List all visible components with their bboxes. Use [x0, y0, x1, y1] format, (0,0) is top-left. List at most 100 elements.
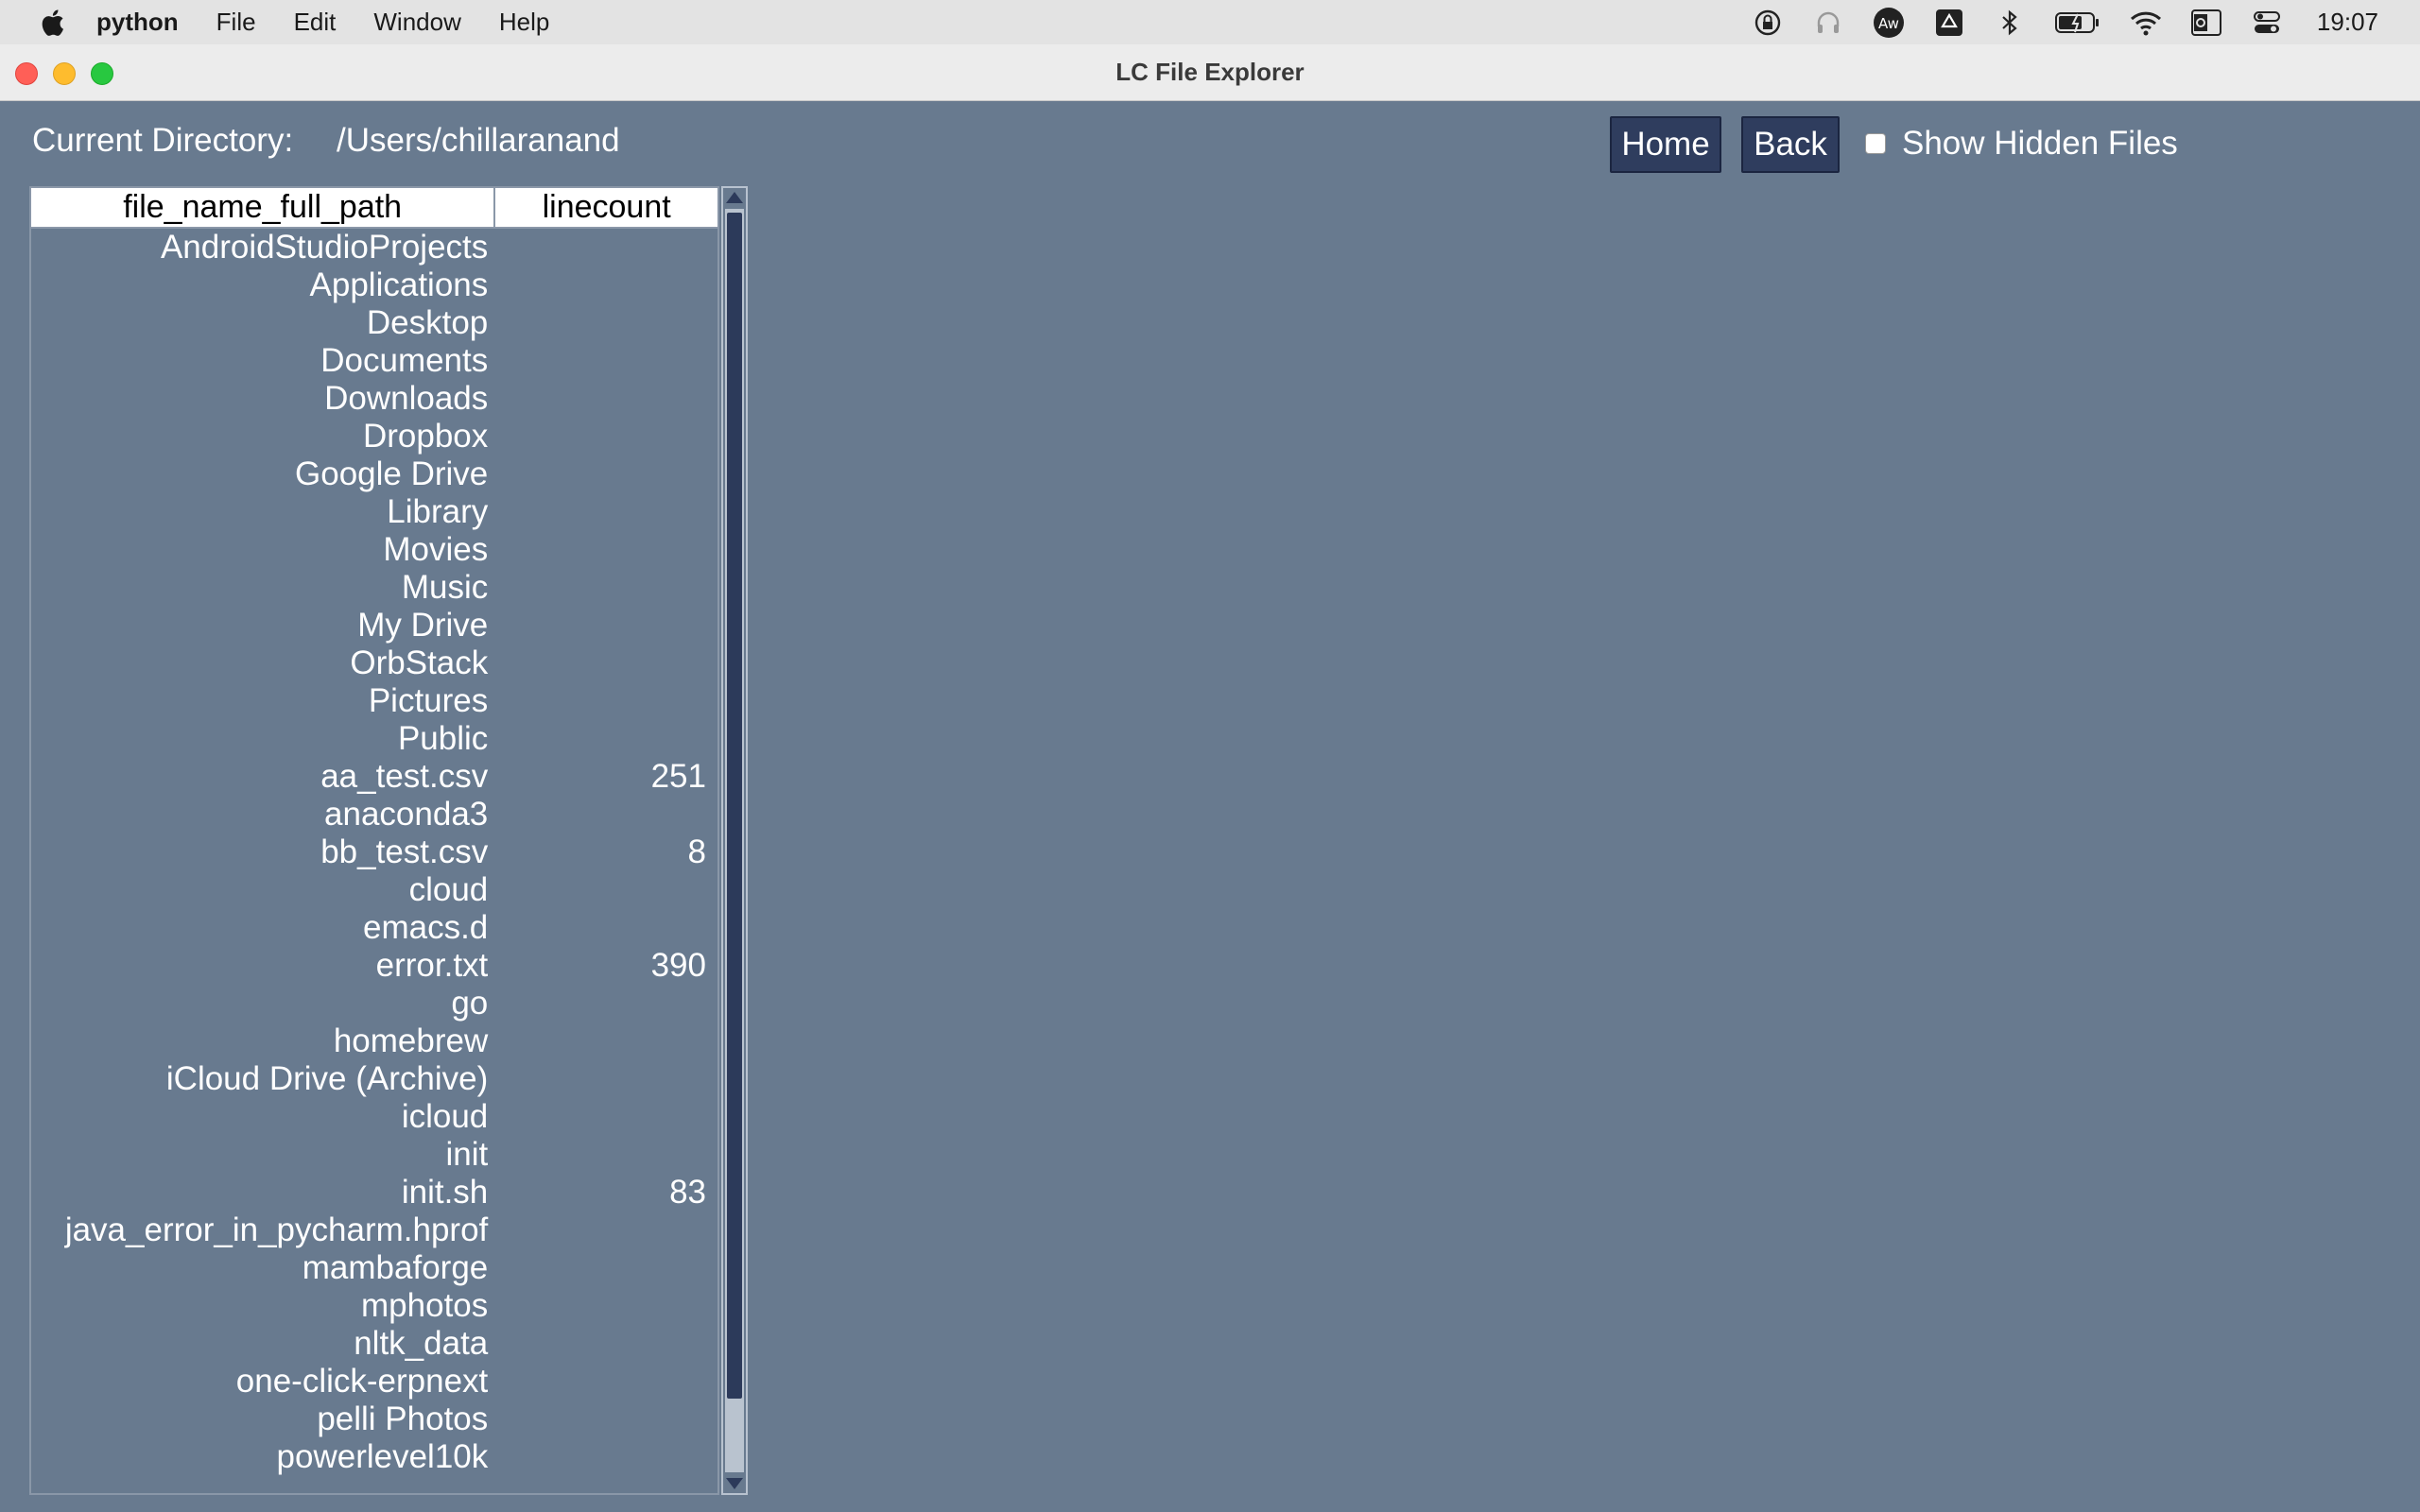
svg-text:Aw: Aw — [1878, 15, 1899, 32]
table-row[interactable]: Public — [31, 720, 717, 758]
traffic-lights — [15, 62, 129, 85]
table-row[interactable]: error.txt 390 — [31, 947, 717, 985]
file-name-cell: aa_test.csv — [320, 758, 489, 795]
file-name-cell: Movies — [383, 531, 489, 568]
scroll-down-arrow-icon[interactable] — [726, 1478, 743, 1489]
table-row[interactable]: Music — [31, 569, 717, 607]
table-row[interactable]: init — [31, 1136, 717, 1174]
table-row[interactable]: powerlevel10k — [31, 1438, 717, 1476]
file-name-cell: cloud — [408, 871, 489, 908]
file-name-cell: Pictures — [368, 682, 489, 719]
table-row[interactable]: go — [31, 985, 717, 1022]
table-row[interactable]: mphotos — [31, 1287, 717, 1325]
menu-edit[interactable]: Edit — [294, 8, 337, 37]
table-row[interactable]: homebrew — [31, 1022, 717, 1060]
outlook-icon[interactable] — [2190, 7, 2222, 39]
table-row[interactable]: Documents — [31, 342, 717, 380]
linecount-cell: 8 — [687, 833, 706, 870]
file-name-cell: Downloads — [324, 380, 489, 417]
file-name-cell: Public — [397, 720, 489, 757]
table-row[interactable]: Desktop — [31, 304, 717, 342]
table-row[interactable]: aa_test.csv 251 — [31, 758, 717, 796]
bluetooth-icon[interactable] — [1994, 7, 2026, 39]
scrollbar-thumb[interactable] — [727, 213, 742, 1399]
app-menu-python[interactable]: python — [96, 8, 179, 37]
file-name-cell: OrbStack — [350, 644, 489, 681]
table-header: file_name_full_path linecount — [31, 188, 717, 229]
table-row[interactable]: Downloads — [31, 380, 717, 418]
file-name-cell: go — [451, 985, 489, 1022]
table-row[interactable]: nltk_data — [31, 1325, 717, 1363]
menu-help[interactable]: Help — [499, 8, 549, 37]
show-hidden-files-label[interactable]: Show Hidden Files — [1902, 125, 2178, 163]
table-row[interactable]: Applications — [31, 266, 717, 304]
current-directory-path: /Users/chillaranand — [337, 122, 620, 159]
menu-window[interactable]: Window — [373, 8, 460, 37]
file-name-cell: My Drive — [357, 607, 489, 644]
table-scrollbar[interactable] — [721, 186, 748, 1495]
window-title: LC File Explorer — [1115, 58, 1305, 86]
maximize-window-button[interactable] — [91, 62, 113, 85]
table-row[interactable]: emacs.d — [31, 909, 717, 947]
table-row[interactable]: Movies — [31, 531, 717, 569]
scroll-up-arrow-icon[interactable] — [726, 192, 743, 203]
table-body: AndroidStudioProjects Applications Desktop… — [31, 229, 717, 1476]
file-name-cell: iCloud Drive (Archive) — [165, 1060, 489, 1097]
table-row[interactable]: Google Drive — [31, 455, 717, 493]
current-directory-label: Current Directory: — [32, 122, 294, 159]
minimize-window-button[interactable] — [53, 62, 76, 85]
wifi-icon[interactable] — [2130, 7, 2162, 39]
table-row[interactable]: one-click-erpnext — [31, 1363, 717, 1400]
file-name-cell: powerlevel10k — [276, 1438, 489, 1475]
status-area: Aw 19:07 — [1752, 0, 2420, 44]
file-name-cell: java_error_in_pycharm.hprof — [64, 1211, 489, 1248]
menu-file[interactable]: File — [216, 8, 256, 37]
column-header-file-name[interactable]: file_name_full_path — [31, 188, 496, 227]
close-window-button[interactable] — [15, 62, 38, 85]
table-row[interactable]: iCloud Drive (Archive) — [31, 1060, 717, 1098]
table-row[interactable]: AndroidStudioProjects — [31, 229, 717, 266]
window-title-bar: LC File Explorer — [0, 44, 2420, 101]
file-name-cell: Music — [401, 569, 489, 606]
battery-icon[interactable] — [2054, 7, 2101, 39]
screen-lock-icon[interactable] — [1752, 7, 1784, 39]
linecount-cell: 390 — [650, 947, 706, 984]
file-name-cell: error.txt — [375, 947, 489, 984]
google-drive-icon[interactable] — [1933, 7, 1965, 39]
file-name-cell: mambaforge — [302, 1249, 489, 1286]
table-row[interactable]: mambaforge — [31, 1249, 717, 1287]
table-row[interactable]: icloud — [31, 1098, 717, 1136]
table-row[interactable]: cloud — [31, 871, 717, 909]
file-name-cell: Dropbox — [362, 418, 489, 455]
file-name-cell: AndroidStudioProjects — [160, 229, 489, 266]
menu-bar: python File Edit Window Help Aw 19:07 — [0, 0, 2420, 44]
headphones-icon[interactable] — [1812, 7, 1844, 39]
table-row[interactable]: init.sh 83 — [31, 1174, 717, 1211]
table-row[interactable]: Dropbox — [31, 418, 717, 455]
adobe-acrobat-icon[interactable]: Aw — [1873, 7, 1905, 39]
file-name-cell: homebrew — [333, 1022, 489, 1059]
table-row[interactable]: Library — [31, 493, 717, 531]
column-header-linecount[interactable]: linecount — [495, 188, 717, 227]
file-name-cell: Applications — [309, 266, 489, 303]
table-row[interactable]: OrbStack — [31, 644, 717, 682]
home-button[interactable]: Home — [1610, 116, 1721, 173]
table-row[interactable]: My Drive — [31, 607, 717, 644]
file-name-cell: bb_test.csv — [320, 833, 489, 870]
file-name-cell: one-click-erpnext — [235, 1363, 489, 1400]
table-row[interactable]: anaconda3 — [31, 796, 717, 833]
file-name-cell: init — [445, 1136, 489, 1173]
file-name-cell: pelli Photos — [317, 1400, 489, 1437]
table-row[interactable]: bb_test.csv 8 — [31, 833, 717, 871]
file-name-cell: init.sh — [401, 1174, 489, 1211]
apple-logo-icon[interactable] — [40, 9, 64, 37]
show-hidden-files-checkbox[interactable] — [1865, 133, 1886, 154]
menu-bar-clock[interactable]: 19:07 — [2317, 8, 2378, 37]
table-row[interactable]: Pictures — [31, 682, 717, 720]
back-button[interactable]: Back — [1741, 116, 1840, 173]
table-row[interactable]: java_error_in_pycharm.hprof — [31, 1211, 717, 1249]
file-name-cell: Documents — [320, 342, 489, 379]
control-center-icon[interactable] — [2251, 7, 2283, 39]
file-name-cell: Library — [387, 493, 489, 530]
table-row[interactable]: pelli Photos — [31, 1400, 717, 1438]
